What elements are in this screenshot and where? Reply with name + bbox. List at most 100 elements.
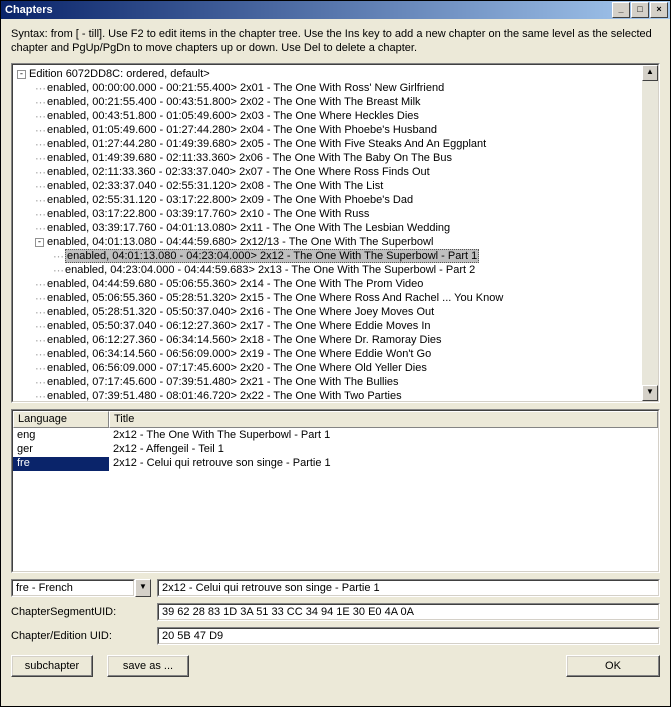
maximize-button[interactable]: □: [631, 2, 649, 18]
grid-cell-title: 2x12 - The One With The Superbowl - Part…: [109, 429, 658, 443]
tree-node[interactable]: ⋯enabled, 00:43:51.800 - 01:05:49.600> 2…: [15, 109, 642, 123]
tree-node[interactable]: ⋯enabled, 06:56:09.000 - 07:17:45.600> 2…: [15, 361, 642, 375]
tree-branch-icon: ⋯: [35, 166, 47, 179]
save-as-button[interactable]: save as ...: [107, 655, 189, 677]
chevron-down-icon[interactable]: ▼: [135, 579, 151, 597]
tree-branch-icon: ⋯: [35, 334, 47, 347]
tree-branch-icon: ⋯: [35, 194, 47, 207]
tree-branch-icon: ⋯: [35, 222, 47, 235]
tree-node-label: enabled, 01:05:49.600 - 01:27:44.280> 2x…: [47, 124, 437, 136]
chapter-tree[interactable]: -Edition 6072DD8C: ordered, default>⋯ena…: [11, 63, 660, 403]
tree-branch-icon: ⋯: [35, 320, 47, 333]
tree-node-label: enabled, 05:28:51.320 - 05:50:37.040> 2x…: [47, 306, 434, 318]
tree-node[interactable]: ⋯enabled, 01:49:39.680 - 02:11:33.360> 2…: [15, 151, 642, 165]
tree-node-label: enabled, 07:39:51.480 - 08:01:46.720> 2x…: [47, 390, 402, 401]
tree-node-label: enabled, 06:12:27.360 - 06:34:14.560> 2x…: [47, 334, 442, 346]
expander-icon[interactable]: -: [35, 238, 44, 247]
tree-node-label: enabled, 03:17:22.800 - 03:39:17.760> 2x…: [47, 208, 369, 220]
edition-uid-input[interactable]: 20 5B 47 D9: [157, 627, 660, 645]
grid-row[interactable]: [13, 471, 658, 485]
tree-node[interactable]: ⋯enabled, 07:17:45.600 - 07:39:51.480> 2…: [15, 375, 642, 389]
tree-branch-icon: ⋯: [35, 292, 47, 305]
tree-branch-icon: ⋯: [35, 82, 47, 95]
tree-node-label: enabled, 02:11:33.360 - 02:33:37.040> 2x…: [47, 166, 430, 178]
minimize-button[interactable]: _: [612, 2, 630, 18]
tree-node[interactable]: ⋯enabled, 05:06:55.360 - 05:28:51.320> 2…: [15, 291, 642, 305]
tree-node-label: enabled, 00:43:51.800 - 01:05:49.600> 2x…: [47, 110, 419, 122]
tree-node-label: enabled, 06:56:09.000 - 07:17:45.600> 2x…: [47, 362, 427, 374]
tree-node[interactable]: ⋯enabled, 04:44:59.680 - 05:06:55.360> 2…: [15, 277, 642, 291]
subchapter-button[interactable]: subchapter: [11, 655, 93, 677]
tree-branch-icon: ⋯: [35, 348, 47, 361]
close-button[interactable]: ×: [650, 2, 668, 18]
tree-node-label: enabled, 04:44:59.680 - 05:06:55.360> 2x…: [47, 278, 423, 290]
tree-branch-icon: ⋯: [53, 250, 65, 263]
language-title-grid[interactable]: Language Title eng2x12 - The One With Th…: [11, 409, 660, 573]
tree-branch-icon: ⋯: [35, 124, 47, 137]
tree-node-label: enabled, 00:21:55.400 - 00:43:51.800> 2x…: [47, 96, 421, 108]
tree-branch-icon: ⋯: [53, 264, 65, 277]
tree-node[interactable]: ⋯enabled, 02:11:33.360 - 02:33:37.040> 2…: [15, 165, 642, 179]
tree-node[interactable]: ⋯enabled, 03:17:22.800 - 03:39:17.760> 2…: [15, 207, 642, 221]
grid-header-language[interactable]: Language: [13, 411, 109, 428]
tree-branch-icon: ⋯: [35, 180, 47, 193]
tree-node-label: enabled, 03:39:17.760 - 04:01:13.080> 2x…: [47, 222, 450, 234]
tree-branch-icon: ⋯: [35, 306, 47, 319]
tree-node[interactable]: -enabled, 04:01:13.080 - 04:44:59.680> 2…: [15, 235, 642, 249]
title-input[interactable]: 2x12 - Celui qui retrouve son singe - Pa…: [157, 579, 660, 597]
edition-uid-label: Chapter/Edition UID:: [11, 630, 151, 642]
tree-node[interactable]: ⋯enabled, 05:50:37.040 - 06:12:27.360> 2…: [15, 319, 642, 333]
tree-node-label: enabled, 04:23:04.000 - 04:44:59.683> 2x…: [65, 264, 475, 276]
tree-branch-icon: ⋯: [35, 152, 47, 165]
grid-cell-title: 2x12 - Affengeil - Teil 1: [109, 443, 658, 457]
language-combo[interactable]: fre - French ▼: [11, 579, 151, 597]
tree-node[interactable]: ⋯enabled, 02:55:31.120 - 03:17:22.800> 2…: [15, 193, 642, 207]
tree-node[interactable]: ⋯enabled, 00:00:00.000 - 00:21:55.400> 2…: [15, 81, 642, 95]
tree-node-label: enabled, 01:27:44.280 - 01:49:39.680> 2x…: [47, 138, 486, 150]
tree-node-label: enabled, 01:49:39.680 - 02:11:33.360> 2x…: [47, 152, 452, 164]
tree-node[interactable]: ⋯enabled, 02:33:37.040 - 02:55:31.120> 2…: [15, 179, 642, 193]
tree-node[interactable]: ⋯enabled, 05:28:51.320 - 05:50:37.040> 2…: [15, 305, 642, 319]
tree-scrollbar[interactable]: ▲ ▼: [642, 65, 658, 401]
tree-node-label: enabled, 05:06:55.360 - 05:28:51.320> 2x…: [47, 292, 503, 304]
tree-root[interactable]: -Edition 6072DD8C: ordered, default>: [15, 67, 642, 81]
tree-node[interactable]: ⋯enabled, 01:05:49.600 - 01:27:44.280> 2…: [15, 123, 642, 137]
expander-icon[interactable]: -: [17, 70, 26, 79]
grid-header-title[interactable]: Title: [109, 411, 658, 428]
tree-branch-icon: ⋯: [35, 208, 47, 221]
tree-node-label: enabled, 00:00:00.000 - 00:21:55.400> 2x…: [47, 82, 444, 94]
tree-node[interactable]: ⋯enabled, 03:39:17.760 - 04:01:13.080> 2…: [15, 221, 642, 235]
tree-node[interactable]: ⋯enabled, 06:12:27.360 - 06:34:14.560> 2…: [15, 333, 642, 347]
scroll-down-icon[interactable]: ▼: [642, 385, 658, 401]
tree-branch-icon: ⋯: [35, 138, 47, 151]
tree-node[interactable]: ⋯enabled, 00:21:55.400 - 00:43:51.800> 2…: [15, 95, 642, 109]
grid-row[interactable]: eng2x12 - The One With The Superbowl - P…: [13, 429, 658, 443]
ok-button[interactable]: OK: [566, 655, 660, 677]
language-combo-value: fre - French: [12, 580, 134, 596]
tree-branch-icon: ⋯: [35, 96, 47, 109]
tree-node[interactable]: ⋯enabled, 04:01:13.080 - 04:23:04.000> 2…: [15, 249, 642, 263]
tree-node-label: enabled, 07:17:45.600 - 07:39:51.480> 2x…: [47, 376, 399, 388]
grid-row[interactable]: ger2x12 - Affengeil - Teil 1: [13, 443, 658, 457]
tree-node-label: enabled, 06:34:14.560 - 06:56:09.000> 2x…: [47, 348, 431, 360]
segment-uid-input[interactable]: 39 62 28 83 1D 3A 51 33 CC 34 94 1E 30 E…: [157, 603, 660, 621]
tree-branch-icon: ⋯: [35, 362, 47, 375]
titlebar[interactable]: Chapters _ □ ×: [1, 1, 670, 19]
syntax-help-text: Syntax: from [ - till]. Use F2 to edit i…: [11, 27, 660, 55]
tree-node[interactable]: ⋯enabled, 07:39:51.480 - 08:01:46.720> 2…: [15, 389, 642, 401]
tree-node[interactable]: ⋯enabled, 01:27:44.280 - 01:49:39.680> 2…: [15, 137, 642, 151]
grid-cell-language: [13, 471, 109, 485]
tree-branch-icon: ⋯: [35, 278, 47, 291]
tree-branch-icon: ⋯: [35, 376, 47, 389]
tree-node[interactable]: ⋯enabled, 04:23:04.000 - 04:44:59.683> 2…: [15, 263, 642, 277]
tree-node-label: enabled, 05:50:37.040 - 06:12:27.360> 2x…: [47, 320, 431, 332]
grid-cell-language: fre: [13, 457, 109, 471]
grid-cell-language: eng: [13, 429, 109, 443]
tree-node[interactable]: ⋯enabled, 06:34:14.560 - 06:56:09.000> 2…: [15, 347, 642, 361]
grid-cell-title: [109, 471, 658, 485]
grid-cell-language: ger: [13, 443, 109, 457]
grid-row[interactable]: fre2x12 - Celui qui retrouve son singe -…: [13, 457, 658, 471]
scroll-up-icon[interactable]: ▲: [642, 65, 658, 81]
tree-branch-icon: ⋯: [35, 390, 47, 402]
tree-node-label: enabled, 04:01:13.080 - 04:44:59.680> 2x…: [47, 236, 433, 248]
